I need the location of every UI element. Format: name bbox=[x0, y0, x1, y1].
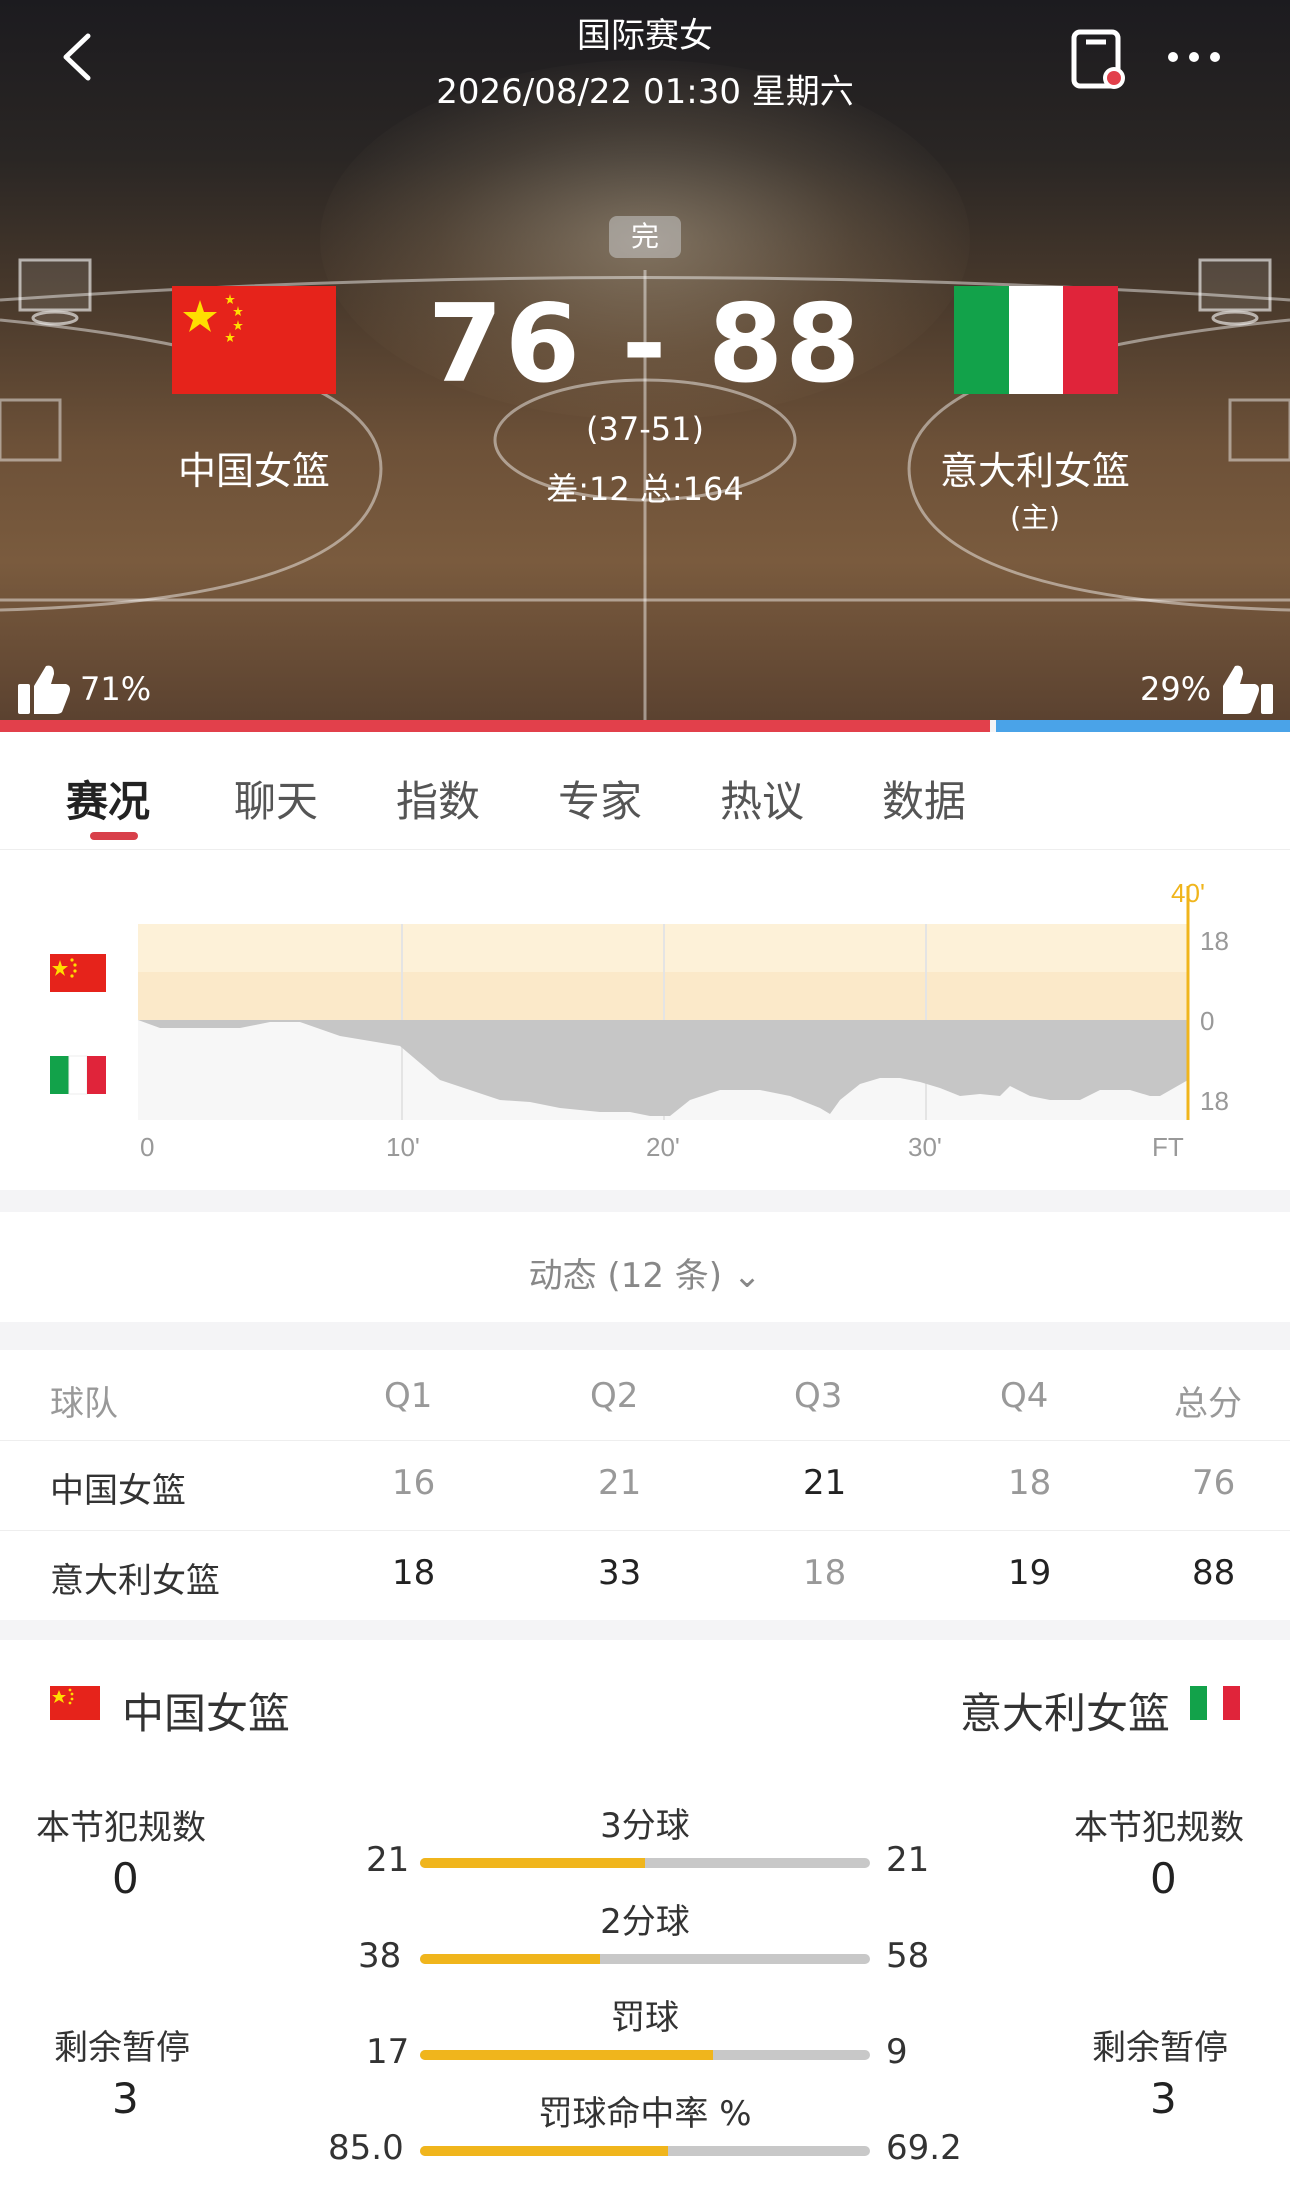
home-foul-label: 本节犯规数 bbox=[36, 1808, 206, 1848]
table-row: 意大利女篮 18 33 18 19 88 bbox=[0, 1530, 1290, 1620]
score-trend-chart: 40' 18 0 18 0 10' 20' 30' FT bbox=[50, 878, 1229, 1162]
away-foul-count: 0 bbox=[1150, 1854, 1177, 1903]
row-q1: 18 bbox=[392, 1553, 436, 1593]
row-team: 意大利女篮 bbox=[50, 1561, 220, 1601]
trend-x-20: 20' bbox=[646, 1132, 680, 1162]
stat-away-value: 58 bbox=[886, 1936, 930, 1976]
stat-away-value: 69.2 bbox=[886, 2128, 962, 2168]
trend-y-top: 18 bbox=[1200, 926, 1229, 956]
stat-label: 罚球 bbox=[611, 1998, 679, 2038]
stat-home-value: 85.0 bbox=[328, 2128, 404, 2168]
row-q3: 18 bbox=[803, 1553, 847, 1593]
tab-discussion[interactable]: 热议 bbox=[720, 768, 804, 829]
row-q3: 21 bbox=[803, 1463, 847, 1503]
stat-bar bbox=[420, 1954, 870, 1964]
stat-away-value: 9 bbox=[886, 2032, 908, 2072]
away-foul-label: 本节犯规数 bbox=[1074, 1808, 1244, 1848]
stat-bar-fill bbox=[420, 1858, 645, 1868]
float-window-icon[interactable] bbox=[1068, 28, 1128, 92]
row-total: 88 bbox=[1192, 1553, 1236, 1593]
away-vote-bar bbox=[996, 720, 1290, 732]
thumbs-up-icon[interactable] bbox=[1219, 662, 1275, 716]
trend-x-10: 10' bbox=[386, 1132, 420, 1162]
row-total: 76 bbox=[1192, 1463, 1236, 1503]
trend-x-0: 0 bbox=[140, 1132, 154, 1162]
events-label: 动态 (12 条) bbox=[528, 1256, 723, 1296]
stat-bar bbox=[420, 2050, 870, 2060]
trend-italy-flag bbox=[50, 1055, 106, 1095]
row-q4: 18 bbox=[1008, 1463, 1052, 1503]
away-timeout-label: 剩余暂停 bbox=[1092, 2028, 1228, 2068]
away-vote-percent: 29% bbox=[1140, 670, 1212, 708]
tab-data[interactable]: 数据 bbox=[882, 768, 966, 829]
row-q4: 19 bbox=[1008, 1553, 1052, 1593]
away-timeout-count: 3 bbox=[1150, 2074, 1177, 2123]
tab-bar: 赛况 聊天 指数 专家 热议 数据 bbox=[0, 732, 1290, 850]
col-q2: Q2 bbox=[590, 1376, 639, 1416]
row-q2: 33 bbox=[598, 1553, 642, 1593]
stat-bar-fill bbox=[420, 2050, 713, 2060]
events-toggle[interactable]: 动态 (12 条) ⌄ bbox=[0, 1212, 1290, 1322]
col-q1: Q1 bbox=[384, 1376, 433, 1416]
row-q2: 21 bbox=[598, 1463, 642, 1503]
home-timeout-count: 3 bbox=[112, 2074, 139, 2123]
more-icon[interactable] bbox=[1166, 50, 1222, 64]
home-foul-count: 0 bbox=[112, 1854, 139, 1903]
final-score: 76 - 88 bbox=[427, 282, 863, 407]
col-team: 球队 bbox=[50, 1384, 118, 1424]
tab-chat[interactable]: 聊天 bbox=[234, 768, 318, 829]
stat-bar-fill bbox=[420, 1954, 600, 1964]
stat-bar bbox=[420, 1858, 870, 1868]
stat-home-value: 21 bbox=[366, 1840, 410, 1880]
stat-label: 罚球命中率 % bbox=[538, 2094, 752, 2134]
china-flag-small bbox=[50, 1686, 100, 1720]
team-stats-panel: 中国女篮 意大利女篮 本节犯规数 0 本节犯规数 0 剩余暂停 3 剩余暂停 3… bbox=[0, 1640, 1290, 2200]
trend-y-bottom: 18 bbox=[1200, 1086, 1229, 1116]
stat-label: 3分球 bbox=[600, 1806, 690, 1846]
home-vote-percent: 71% bbox=[80, 670, 152, 708]
stat-bar-fill bbox=[420, 2146, 668, 2156]
stat-label: 2分球 bbox=[600, 1902, 690, 1942]
home-vote[interactable]: 71% bbox=[16, 662, 151, 716]
trend-y-zero: 0 bbox=[1200, 1006, 1214, 1036]
tab-experts[interactable]: 专家 bbox=[558, 768, 642, 829]
thumbs-up-icon[interactable] bbox=[16, 662, 72, 716]
china-flag[interactable] bbox=[172, 286, 336, 394]
halftime-score: (37-51) bbox=[586, 410, 704, 448]
row-q1: 16 bbox=[392, 1463, 436, 1503]
score-trend-panel: 40' 18 0 18 0 10' 20' 30' FT bbox=[0, 850, 1290, 1190]
col-q4: Q4 bbox=[1000, 1376, 1049, 1416]
stat-bar bbox=[420, 2146, 870, 2156]
trend-x-ft: FT bbox=[1152, 1132, 1184, 1162]
trend-x-30: 30' bbox=[908, 1132, 942, 1162]
trend-time-label: 40' bbox=[1171, 878, 1205, 908]
stat-away-value: 21 bbox=[886, 1840, 930, 1880]
home-vote-bar bbox=[0, 720, 990, 732]
stats-home-team: 中国女篮 bbox=[122, 1689, 291, 1738]
home-timeout-label: 剩余暂停 bbox=[54, 2028, 190, 2068]
trend-china-flag bbox=[50, 954, 106, 992]
col-q3: Q3 bbox=[794, 1376, 843, 1416]
quarter-score-table: 球队 Q1 Q2 Q3 Q4 总分 中国女篮 16 21 21 18 76 意大… bbox=[0, 1350, 1290, 1620]
stat-home-value: 17 bbox=[366, 2032, 410, 2072]
chevron-down-icon: ⌄ bbox=[732, 1256, 762, 1296]
tab-match[interactable]: 赛况 bbox=[66, 768, 150, 829]
match-header: 国际赛女 2026/08/22 01:30 星期六 完 中国女篮 意大利女篮 (… bbox=[0, 0, 1290, 720]
italy-flag[interactable] bbox=[954, 286, 1118, 394]
stat-home-value: 38 bbox=[358, 1936, 402, 1976]
table-row: 中国女篮 16 21 21 18 76 bbox=[0, 1440, 1290, 1530]
stats-away-team: 意大利女篮 bbox=[960, 1689, 1171, 1738]
tab-odds[interactable]: 指数 bbox=[396, 768, 480, 829]
row-team: 中国女篮 bbox=[50, 1471, 186, 1511]
active-tab-indicator bbox=[90, 832, 138, 840]
col-total: 总分 bbox=[1174, 1384, 1242, 1424]
away-vote[interactable]: 29% bbox=[1140, 662, 1275, 716]
score-diff-total: 差:12 总:164 bbox=[546, 470, 744, 508]
match-status-badge: 完 bbox=[609, 216, 681, 258]
italy-flag-small bbox=[1190, 1686, 1240, 1720]
